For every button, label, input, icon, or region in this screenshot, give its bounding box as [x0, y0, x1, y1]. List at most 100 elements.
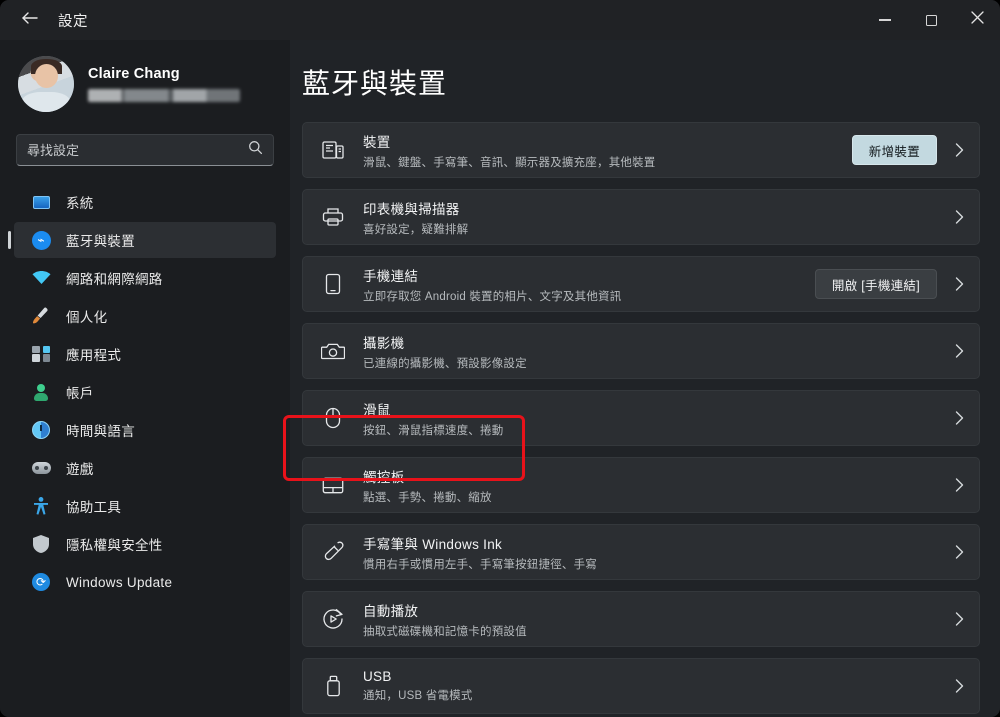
- sidebar: Claire Chang 系統 ⌁ 藍牙與裝置: [0, 40, 290, 717]
- sidebar-item-accessibility[interactable]: 協助工具: [14, 488, 276, 524]
- chevron-right-icon[interactable]: [951, 277, 967, 291]
- sidebar-item-label: 個人化: [66, 310, 108, 325]
- page-title: 藍牙與裝置: [302, 68, 448, 99]
- card-phone-link[interactable]: 手機連結 立即存取您 Android 裝置的相片、文字及其他資訊 開啟 [手機連…: [302, 256, 980, 312]
- card-subtitle: 立即存取您 Android 裝置的相片、文字及其他資訊: [363, 290, 622, 303]
- sidebar-item-label: 隱私權與安全性: [66, 538, 163, 553]
- chevron-right-icon[interactable]: [951, 679, 967, 693]
- card-title: 手機連結: [363, 268, 419, 284]
- usb-icon: [319, 672, 347, 700]
- shield-icon: [30, 534, 52, 554]
- search-input[interactable]: [27, 142, 248, 158]
- user-profile[interactable]: Claire Chang: [18, 56, 290, 112]
- close-icon: [970, 11, 984, 29]
- card-cameras[interactable]: 攝影機 已連線的攝影機、預設影像設定: [302, 323, 980, 379]
- update-icon: ⟳: [30, 572, 52, 592]
- sidebar-item-windows-update[interactable]: ⟳ Windows Update: [14, 564, 276, 600]
- camera-icon: [319, 337, 347, 365]
- chevron-right-icon[interactable]: [951, 143, 967, 157]
- sidebar-item-accounts[interactable]: 帳戶: [14, 374, 276, 410]
- sidebar-item-label: 帳戶: [66, 386, 94, 401]
- sidebar-item-personalization[interactable]: 個人化: [14, 298, 276, 334]
- card-subtitle: 已連線的攝影機、預設影像設定: [363, 357, 527, 370]
- touchpad-icon: [319, 471, 347, 499]
- personalize-icon: [30, 306, 52, 326]
- card-printers-scanners[interactable]: 印表機與掃描器 喜好設定，疑難排解: [302, 189, 980, 245]
- maximize-button[interactable]: [908, 0, 954, 40]
- sidebar-item-label: 系統: [66, 196, 94, 211]
- open-phone-link-button[interactable]: 開啟 [手機連結]: [814, 269, 937, 299]
- printer-icon: [319, 203, 347, 231]
- sidebar-item-bluetooth-devices[interactable]: ⌁ 藍牙與裝置: [8, 222, 276, 258]
- card-title: 觸控板: [363, 469, 405, 485]
- chevron-right-icon[interactable]: [951, 612, 967, 626]
- avatar: [18, 56, 74, 112]
- search-icon: [248, 140, 263, 160]
- minimize-icon: [879, 19, 891, 21]
- sidebar-item-label: Windows Update: [66, 574, 173, 590]
- bluetooth-icon: ⌁: [30, 230, 52, 250]
- phone-icon: [319, 270, 347, 298]
- chevron-right-icon[interactable]: [951, 478, 967, 492]
- main-content: 藍牙與裝置 裝置 滑鼠、鍵盤、手寫筆、音訊、顯示器及擴充座，其他裝置 新增裝置: [290, 40, 1000, 717]
- sidebar-item-system[interactable]: 系統: [14, 184, 276, 220]
- minimize-button[interactable]: [862, 0, 908, 40]
- mouse-icon: [319, 404, 347, 432]
- profile-name: Claire Chang: [88, 66, 180, 82]
- settings-window: 設定 Claire Chang 尋找設定 系統 ⌁ 藍牙與裝置 網路和網際網路 …: [0, 0, 1000, 717]
- gaming-icon: [30, 458, 52, 478]
- search-box[interactable]: [16, 134, 274, 166]
- sidebar-item-privacy-security[interactable]: 隱私權與安全性: [14, 526, 276, 562]
- sidebar-item-label: 應用程式: [66, 348, 122, 363]
- card-pen-windows-ink[interactable]: 手寫筆與 Windows Ink 慣用右手或慣用左手、手寫筆按鈕捷徑、手寫: [302, 524, 980, 580]
- card-title: 裝置: [363, 134, 391, 150]
- pen-icon: [319, 538, 347, 566]
- card-subtitle: 通知，USB 省電模式: [363, 690, 473, 702]
- chevron-right-icon[interactable]: [951, 210, 967, 224]
- system-icon: [30, 192, 52, 212]
- card-title: USB: [363, 669, 392, 684]
- card-mouse[interactable]: 滑鼠 按鈕、滑鼠指標速度、捲動: [302, 390, 980, 446]
- profile-email-redacted: [88, 89, 240, 102]
- sidebar-item-label: 遊戲: [66, 462, 94, 477]
- title-bar: 設定: [0, 0, 1000, 40]
- account-icon: [30, 382, 52, 402]
- chevron-right-icon[interactable]: [951, 411, 967, 425]
- autoplay-icon: [319, 605, 347, 633]
- card-devices[interactable]: 裝置 滑鼠、鍵盤、手寫筆、音訊、顯示器及擴充座，其他裝置 新增裝置: [302, 122, 980, 178]
- card-title: 手寫筆與 Windows Ink: [363, 536, 503, 552]
- apps-icon: [30, 344, 52, 364]
- close-button[interactable]: [954, 0, 1000, 40]
- card-subtitle: 慣用右手或慣用左手、手寫筆按鈕捷徑、手寫: [363, 558, 597, 571]
- card-usb[interactable]: USB 通知，USB 省電模式: [302, 658, 980, 714]
- accessibility-icon: [30, 496, 52, 516]
- sidebar-item-label: 藍牙與裝置: [66, 234, 135, 249]
- chevron-right-icon[interactable]: [951, 545, 967, 559]
- chevron-right-icon[interactable]: [951, 344, 967, 358]
- sidebar-item-gaming[interactable]: 遊戲: [14, 450, 276, 486]
- card-touchpad[interactable]: 觸控板 點選、手勢、捲動、縮放: [302, 457, 980, 513]
- devices-icon: [319, 136, 347, 164]
- add-device-button[interactable]: 新增裝置: [851, 135, 937, 165]
- card-subtitle: 按鈕、滑鼠指標速度、捲動: [363, 424, 504, 437]
- card-autoplay[interactable]: 自動播放 抽取式磁碟機和記憶卡的預設值: [302, 591, 980, 647]
- card-subtitle: 抽取式磁碟機和記憶卡的預設值: [363, 625, 527, 638]
- sidebar-item-network[interactable]: 網路和網際網路: [14, 260, 276, 296]
- sidebar-item-label: 協助工具: [66, 500, 122, 515]
- card-subtitle: 滑鼠、鍵盤、手寫筆、音訊、顯示器及擴充座，其他裝置: [363, 156, 656, 169]
- card-title: 滑鼠: [363, 402, 391, 418]
- back-button[interactable]: [12, 4, 46, 36]
- card-subtitle: 點選、手勢、捲動、縮放: [363, 491, 492, 504]
- card-title: 攝影機: [363, 335, 405, 351]
- maximize-icon: [925, 14, 937, 26]
- sidebar-nav: 系統 ⌁ 藍牙與裝置 網路和網際網路 個人化 應用程式 帳戶 時間與語言 遊戲 …: [0, 184, 290, 600]
- sidebar-item-time-language[interactable]: 時間與語言: [14, 412, 276, 448]
- settings-card-list: 裝置 滑鼠、鍵盤、手寫筆、音訊、顯示器及擴充座，其他裝置 新增裝置 印表機與掃描…: [290, 122, 1000, 714]
- sidebar-item-label: 網路和網際網路: [66, 272, 163, 287]
- window-title: 設定: [58, 13, 88, 30]
- sidebar-item-label: 時間與語言: [66, 424, 135, 439]
- clock-icon: [30, 420, 52, 440]
- card-title: 自動播放: [363, 603, 419, 619]
- sidebar-item-apps[interactable]: 應用程式: [14, 336, 276, 372]
- card-subtitle: 喜好設定，疑難排解: [363, 223, 469, 236]
